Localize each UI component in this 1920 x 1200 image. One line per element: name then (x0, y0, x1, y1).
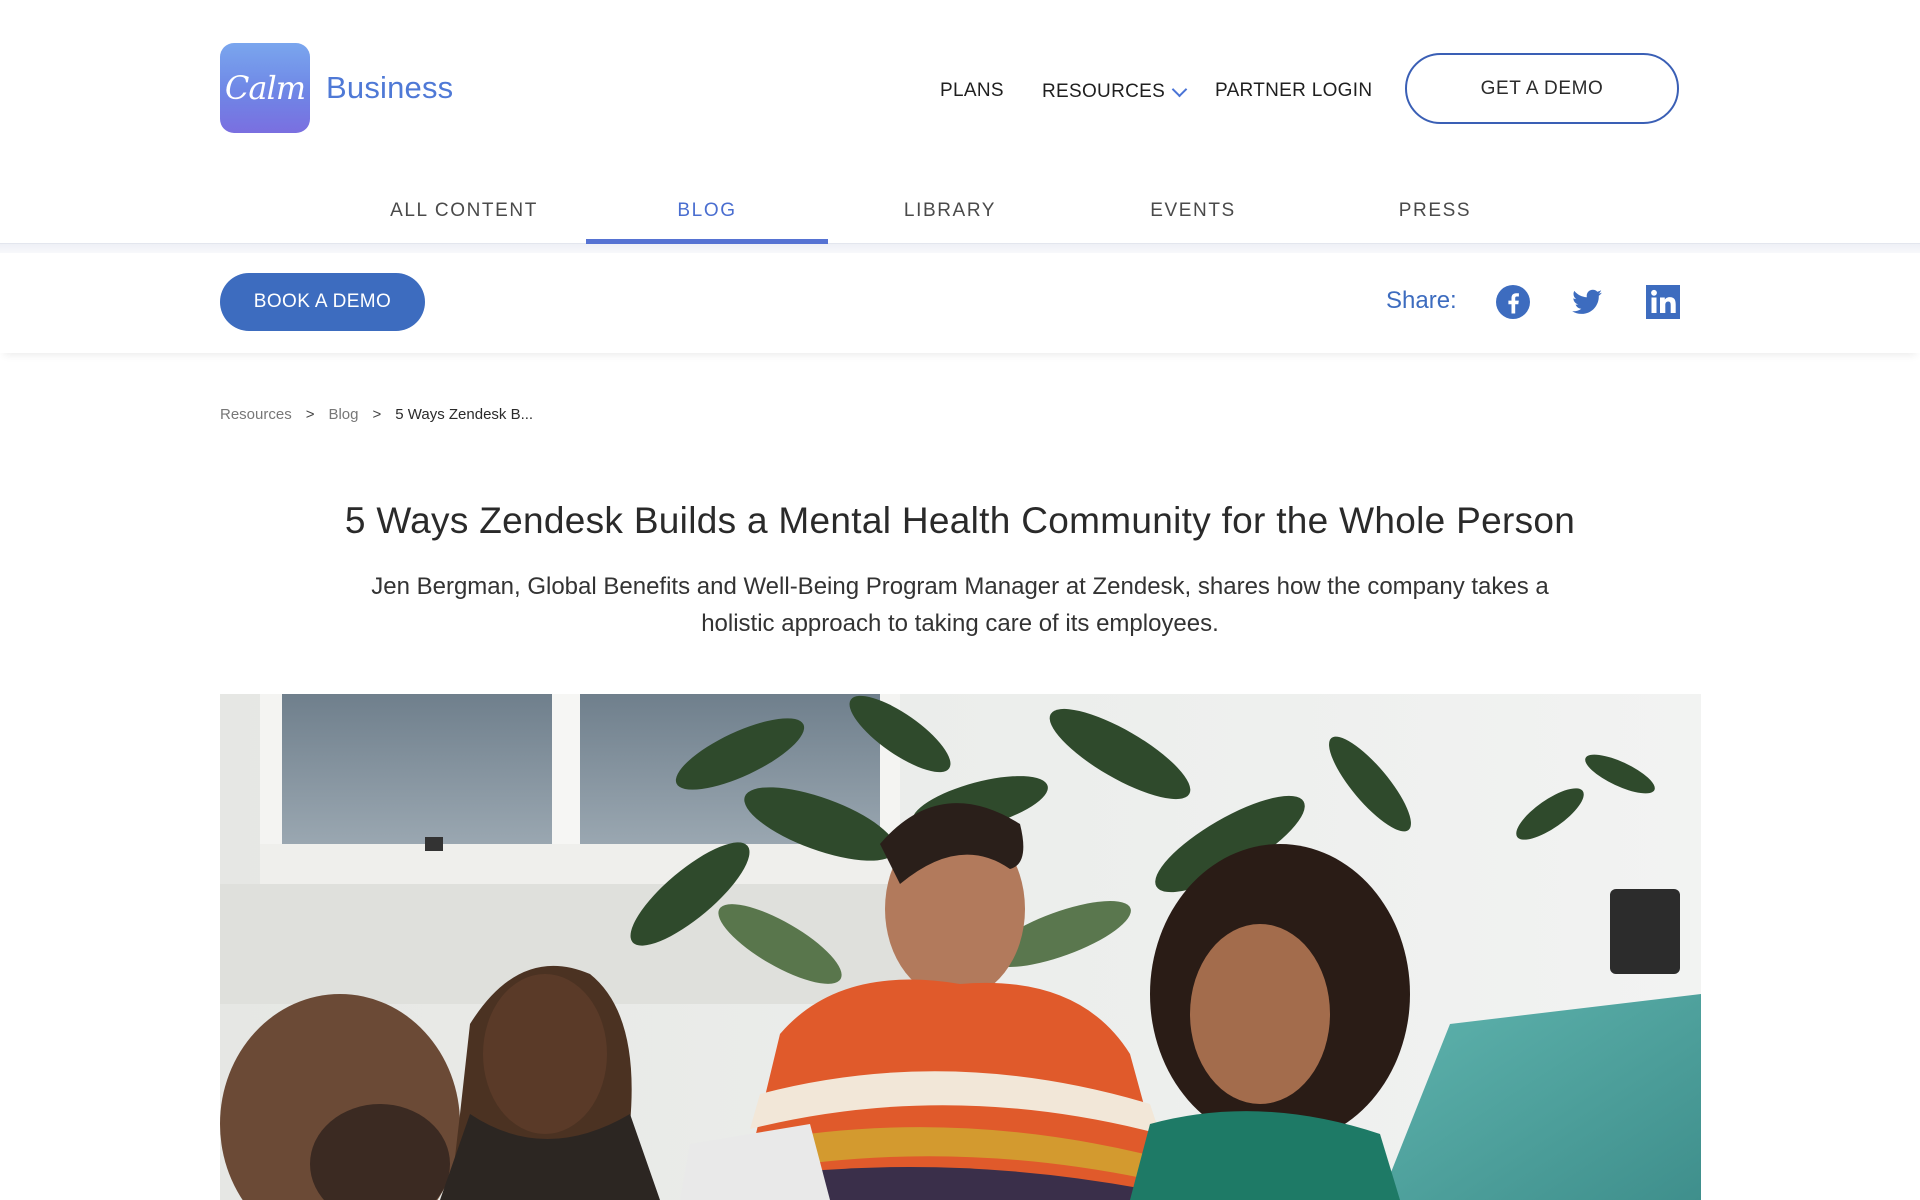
article-subtitle: Jen Bergman, Global Benefits and Well-Be… (371, 573, 1549, 637)
action-bar: BOOK A DEMO Share: (0, 253, 1920, 353)
linkedin-icon[interactable] (1645, 284, 1681, 320)
chevron-down-icon (1171, 81, 1188, 97)
tab-events[interactable]: EVENTS (1072, 200, 1314, 222)
logo-word: Business (326, 70, 454, 105)
calm-business-logo[interactable]: Calm Business (220, 43, 453, 133)
tab-press[interactable]: PRESS (1314, 200, 1556, 222)
tabs-divider (0, 244, 1920, 253)
nav-resources-label: RESOURCES (1042, 81, 1166, 102)
breadcrumb-separator: > (305, 406, 315, 423)
calm-logo-tile: Calm (220, 43, 310, 133)
breadcrumb-resources-link[interactable]: Resources (220, 406, 292, 423)
facebook-icon[interactable] (1495, 284, 1531, 320)
site-header: Calm Business PLANS RESOURCES PARTNER LO… (0, 0, 1920, 170)
nav-plans-link[interactable]: PLANS (940, 80, 1004, 102)
tab-all-content[interactable]: ALL CONTENT (343, 200, 585, 222)
share-label: Share: (1386, 287, 1457, 314)
logo-tile-text: Calm (224, 69, 306, 107)
get-a-demo-button[interactable]: GET A DEMO (1405, 53, 1679, 124)
article-title: 5 Ways Zendesk Builds a Mental Health Co… (344, 500, 1576, 541)
tab-blog[interactable]: BLOG (586, 200, 828, 222)
tab-library[interactable]: LIBRARY (829, 200, 1071, 222)
breadcrumb: Resources > Blog > 5 Ways Zendesk B... (220, 406, 533, 423)
twitter-icon[interactable] (1569, 284, 1605, 320)
breadcrumb-blog-link[interactable]: Blog (328, 406, 358, 423)
breadcrumb-current-page: 5 Ways Zendesk B... (395, 406, 534, 423)
book-a-demo-button[interactable]: BOOK A DEMO (220, 273, 425, 331)
article-hero-image (220, 694, 1701, 1200)
breadcrumb-separator: > (372, 406, 382, 423)
content-tabs: ALL CONTENT BLOG LIBRARY EVENTS PRESS (0, 170, 1920, 244)
nav-resources-dropdown[interactable]: RESOURCES (1042, 81, 1188, 103)
nav-partner-login-link[interactable]: PARTNER LOGIN (1215, 80, 1372, 102)
hero-photo-illustration (220, 694, 1701, 1200)
